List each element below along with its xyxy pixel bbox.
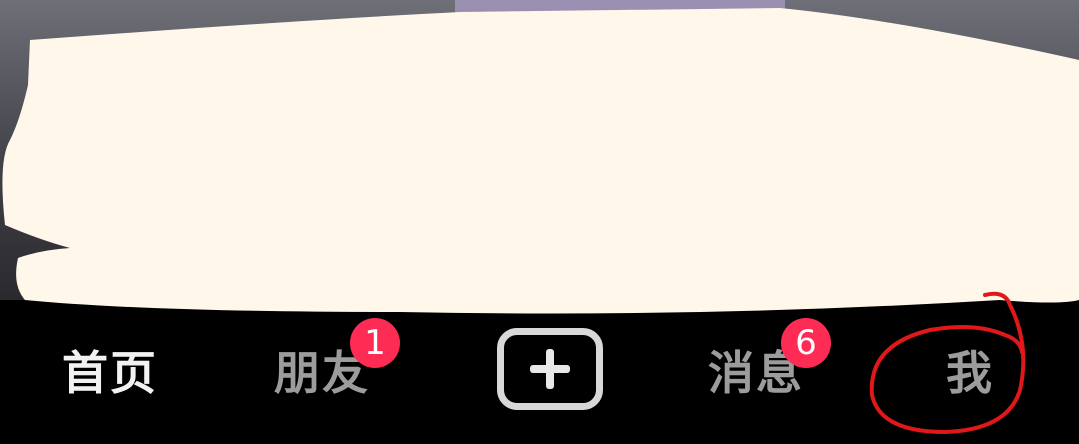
messages-badge: 6 [781, 318, 831, 368]
plus-icon [530, 349, 570, 389]
app-screen: 首页 朋友 1 消息 6 我 [0, 0, 1079, 444]
friends-badge: 1 [350, 318, 400, 368]
create-button[interactable] [497, 328, 603, 410]
redaction-shape [2, 8, 1079, 314]
bottom-tab-bar: 首页 朋友 1 消息 6 我 [0, 300, 1079, 444]
tab-home[interactable]: 首页 [60, 340, 160, 400]
tab-home-label: 首页 [62, 346, 158, 400]
tab-me-label: 我 [946, 346, 994, 400]
tab-me[interactable]: 我 [930, 340, 1010, 400]
